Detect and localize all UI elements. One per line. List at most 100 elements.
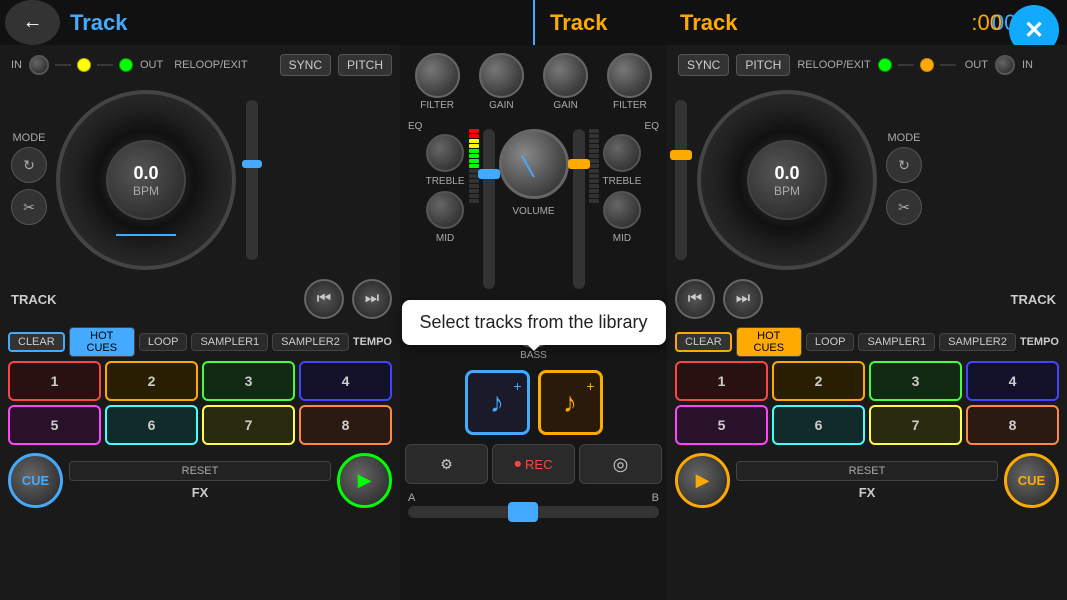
left-turntable-marker [116, 234, 176, 236]
right-pad-8[interactable]: 8 [966, 405, 1059, 445]
right-reset-button[interactable]: RESET [736, 461, 998, 481]
right-pitch-thumb [670, 150, 692, 160]
right-hot-cues-tab[interactable]: HOT CUES [736, 327, 802, 357]
right-filter-knob[interactable] [607, 53, 652, 98]
left-pad-2[interactable]: 2 [105, 361, 198, 401]
left-play-button[interactable]: ▶ [337, 453, 392, 508]
left-pad-3[interactable]: 3 [202, 361, 295, 401]
right-cue-button[interactable]: CUE [1004, 453, 1059, 508]
right-pad-7[interactable]: 7 [869, 405, 962, 445]
left-pad-6[interactable]: 6 [105, 405, 198, 445]
left-mode-btn-2[interactable]: ✂ [11, 189, 47, 225]
right-turntable-area: 0.0 BPM MODE ↻ ✂ [667, 85, 1067, 275]
crossfader-section: A B [400, 488, 667, 522]
right-prev-track-button[interactable]: ⏮ [675, 279, 715, 319]
right-eq-knobs: TREBLE MID [603, 134, 642, 244]
volume-knob[interactable] [499, 129, 569, 199]
left-pads-row-2: 5 6 7 8 [8, 405, 392, 445]
left-sampler1-tab[interactable]: SAMPLER1 [191, 333, 268, 351]
left-mid-knob[interactable] [426, 191, 464, 229]
right-channel-fader-thumb [568, 159, 590, 169]
right-channel-fader[interactable] [573, 129, 585, 289]
left-tempo-label: TEMPO [353, 336, 392, 348]
right-library-button[interactable]: ♪ + [538, 370, 603, 435]
left-io-row: IN — — OUT RELOOP/EXIT SYNC PITCH [0, 45, 400, 85]
right-next-track-button[interactable]: ⏭ [723, 279, 763, 319]
left-pads-area: CLEAR HOT CUES LOOP SAMPLER1 SAMPLER2 TE… [0, 323, 400, 449]
right-clear-button[interactable]: CLEAR [675, 332, 732, 352]
center-divider [533, 0, 535, 45]
right-mid-label: MID [603, 233, 642, 244]
right-pad-4[interactable]: 4 [966, 361, 1059, 401]
left-pad-5[interactable]: 5 [8, 405, 101, 445]
record-button[interactable]: ⏺ REC [492, 444, 575, 484]
tooltip: Select tracks from the library [401, 300, 665, 345]
right-orange-dot [920, 58, 934, 72]
right-sampler1-tab[interactable]: SAMPLER1 [858, 333, 935, 351]
right-treble-knob[interactable] [603, 134, 641, 172]
right-gain-knob[interactable] [543, 53, 588, 98]
top-bar: ← Track 00:00 Track ✕ [0, 0, 1067, 45]
left-pad-4[interactable]: 4 [299, 361, 392, 401]
right-mode-btn-2[interactable]: ✂ [886, 189, 922, 225]
left-sampler2-tab[interactable]: SAMPLER2 [272, 333, 349, 351]
left-library-button[interactable]: ♪ + [465, 370, 530, 435]
left-clear-button[interactable]: CLEAR [8, 332, 65, 352]
right-gain-label: GAIN [553, 100, 577, 111]
left-reset-fx: RESET FX [69, 461, 331, 500]
right-track-nav: ⏮ ⏭ TRACK [667, 275, 1067, 323]
right-mid-knob[interactable] [603, 191, 641, 229]
left-sync-button[interactable]: SYNC [280, 54, 331, 76]
right-in-knob[interactable] [995, 55, 1015, 75]
left-cue-button[interactable]: CUE [8, 453, 63, 508]
left-pitch-button[interactable]: PITCH [338, 54, 392, 76]
vu-meter-left [469, 129, 479, 203]
right-pitch-slider[interactable] [675, 100, 687, 260]
left-pad-8[interactable]: 8 [299, 405, 392, 445]
right-pitch-button[interactable]: PITCH [736, 54, 790, 76]
left-in-knob[interactable] [29, 55, 49, 75]
left-filter-knob[interactable] [415, 53, 460, 98]
right-track-label: Track [550, 10, 608, 36]
right-time-display: :00 [971, 10, 1002, 36]
left-prev-track-button[interactable]: ⏮ [304, 279, 344, 319]
close-icon: ✕ [1024, 16, 1044, 45]
left-pad-7[interactable]: 7 [202, 405, 295, 445]
record-label: REC [525, 457, 552, 472]
left-treble-knob[interactable] [426, 134, 464, 172]
library-buttons: ♪ + ♪ + [400, 365, 667, 440]
left-pad-1[interactable]: 1 [8, 361, 101, 401]
left-next-track-button[interactable]: ⏭ [352, 279, 392, 319]
left-pitch-slider[interactable] [246, 100, 258, 260]
right-pad-1[interactable]: 1 [675, 361, 768, 401]
right-pad-5[interactable]: 5 [675, 405, 768, 445]
left-turntable[interactable]: 0.0 BPM [56, 90, 236, 270]
back-button[interactable]: ← [5, 0, 60, 45]
vu-meter-right [589, 129, 599, 203]
right-loop-tab[interactable]: LOOP [806, 333, 855, 351]
adjust-icon: ⚙ [440, 456, 453, 473]
crossfader-track[interactable] [408, 506, 659, 518]
left-channel-fader[interactable] [483, 129, 495, 289]
left-bottom-row: CUE RESET FX ▶ [0, 449, 400, 512]
right-sync-button[interactable]: SYNC [678, 54, 729, 76]
adjust-button[interactable]: ⚙ [405, 444, 488, 484]
left-mode-btn-1[interactable]: ↻ [11, 147, 47, 183]
left-gain-knob[interactable] [479, 53, 524, 98]
left-hot-cues-tab[interactable]: HOT CUES [69, 327, 135, 357]
right-pads-area: CLEAR HOT CUES LOOP SAMPLER1 SAMPLER2 TE… [667, 323, 1067, 449]
right-library-icon: ♪ [563, 387, 577, 419]
left-mid-label: MID [426, 233, 465, 244]
mixer-bottom-controls: ⚙ ⏺ REC ◎ [400, 440, 667, 488]
right-turntable[interactable]: 0.0 BPM [697, 90, 877, 270]
left-turntable-inner: 0.0 BPM [106, 140, 186, 220]
right-mode-btn-1[interactable]: ↻ [886, 147, 922, 183]
right-play-button[interactable]: ▶ [675, 453, 730, 508]
right-pad-3[interactable]: 3 [869, 361, 962, 401]
left-reset-button[interactable]: RESET [69, 461, 331, 481]
target-button[interactable]: ◎ [579, 444, 662, 484]
right-pad-2[interactable]: 2 [772, 361, 865, 401]
right-sampler2-tab[interactable]: SAMPLER2 [939, 333, 1016, 351]
left-loop-tab[interactable]: LOOP [139, 333, 188, 351]
right-pad-6[interactable]: 6 [772, 405, 865, 445]
